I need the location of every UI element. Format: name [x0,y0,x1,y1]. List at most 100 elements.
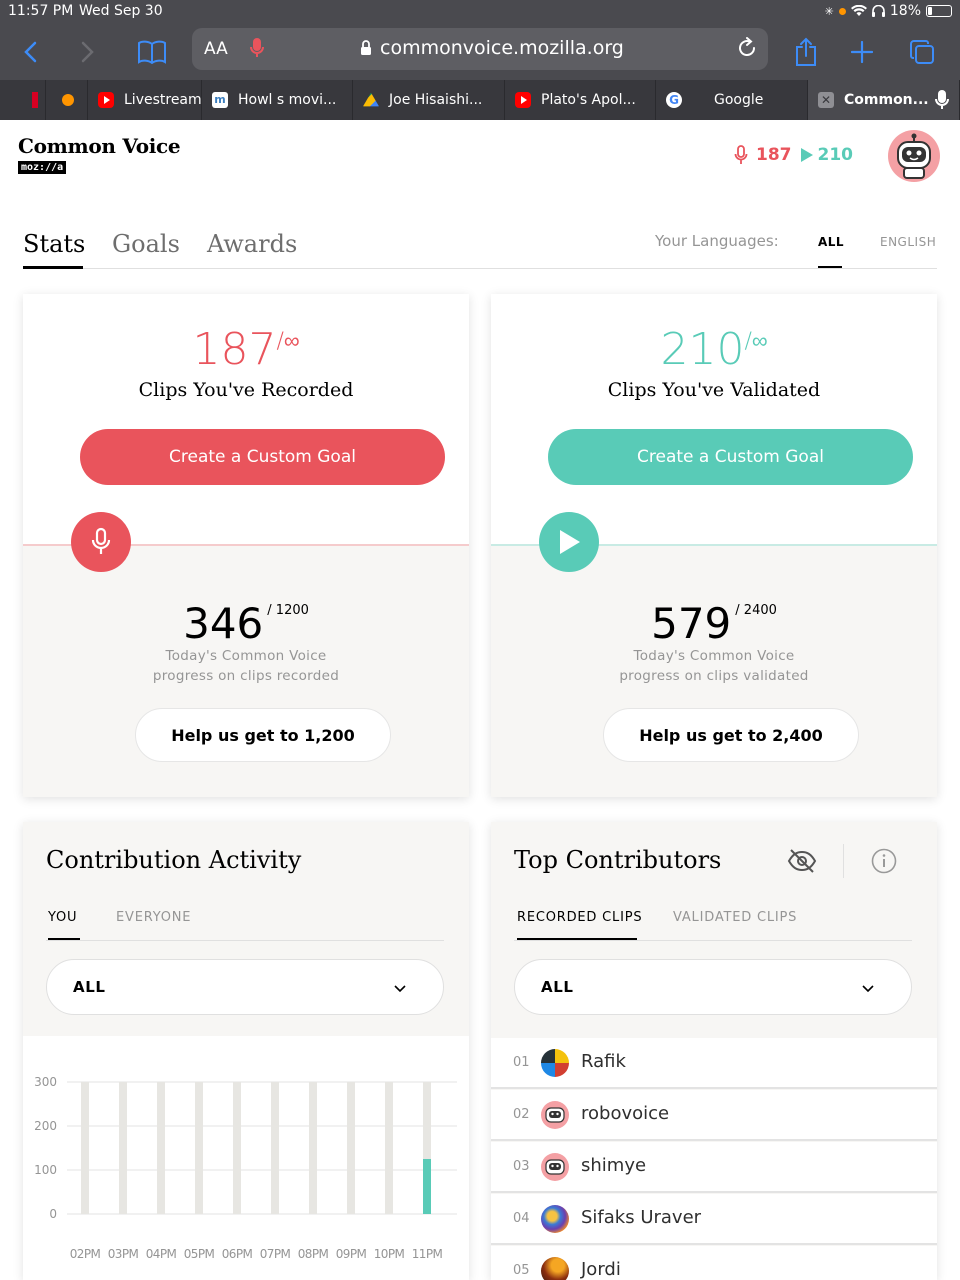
url-text: commonvoice.mozilla.org [380,37,624,59]
reload-icon[interactable] [736,37,758,63]
create-goal-button[interactable]: Create a Custom Goal [548,429,913,485]
contributors-filter-select[interactable]: ALL [514,959,912,1015]
recorded-label: Clips You've Recorded [138,379,354,401]
recording-dot-icon [838,7,846,15]
recorded-progress-desc: Today's Common Voice progress on clips r… [152,648,340,684]
tab-howl[interactable]: m Howl s movi... [202,80,353,120]
reader-aa-button[interactable]: AA [204,39,228,59]
tab-goals[interactable]: Goals [112,230,180,258]
tab-you[interactable]: YOU [48,910,77,925]
active-tab-indicator [23,266,83,269]
mozilla-logo[interactable]: moz://a [18,161,67,174]
tab-common-voice[interactable]: ✕ Common... [808,80,960,120]
loading-icon: ✳ [824,4,834,18]
mic-icon[interactable] [250,37,264,63]
tab-plato[interactable]: Plato's Apol... [505,80,656,120]
x-tick-label: 03PM [108,1247,139,1261]
subtab-indicator [48,938,80,940]
bookmarks-icon[interactable] [134,34,170,70]
avatar [541,1049,569,1077]
tab-joe-hisaishi[interactable]: Joe Hisaishi... [353,80,505,120]
help-record-button[interactable]: Help us get to 1,200 [135,708,391,762]
chart-bar-track [157,1082,165,1214]
tab-label: Google [714,92,764,108]
youtube-icon [515,92,531,108]
validated-count: 210/∞ [660,324,768,375]
list-item[interactable]: 04 Sifaks Uraver [491,1194,937,1245]
robot-avatar-icon [541,1101,569,1129]
status-bar: 11:57 PM Wed Sep 30 ✳ 18% [0,0,960,24]
chevron-down-icon [862,985,874,993]
activity-bar-chart: 300 200 100 0 02PM 03PM 04PM 05PM 06PM 07PM 08PM 09… [34,1075,457,1261]
visibility-off-icon[interactable] [787,848,817,874]
list-item[interactable]: 02 robovoice [491,1090,937,1141]
chart-bar-track [385,1082,393,1214]
site-logo-title[interactable]: Common Voice [18,134,181,158]
tabs-overview-icon[interactable] [904,34,940,70]
record-button[interactable] [71,512,131,572]
chart-bar-track [119,1082,127,1214]
back-icon[interactable] [12,34,48,70]
contributors-title: Top Contributors [514,846,722,874]
list-item[interactable]: 01 Rafik [491,1038,937,1089]
tab-pinned[interactable] [0,80,46,120]
tabs-divider [23,268,937,269]
tab-recording[interactable] [46,80,88,120]
contribution-activity-card: Contribution Activity YOU EVERYONE ALL 3… [23,822,469,1280]
status-time: 11:57 PM [8,3,74,19]
robot-avatar-icon [897,133,931,179]
mic-icon[interactable] [935,89,949,111]
tab-stats[interactable]: Stats [23,230,85,258]
language-active-indicator [818,266,842,268]
x-tick-label: 09PM [336,1247,367,1261]
list-item[interactable]: 03 shimye [491,1142,937,1193]
share-icon[interactable] [788,34,824,70]
y-tick-label: 300 [34,1075,57,1089]
avatar [541,1257,569,1280]
language-all[interactable]: ALL [818,235,844,249]
contributor-name: Jordi [581,1259,621,1280]
x-tick-label: 08PM [298,1247,329,1261]
list-item[interactable]: 05 Jordi [491,1246,937,1280]
activity-filter-select[interactable]: ALL [46,959,444,1015]
play-icon [800,148,813,162]
forward-icon[interactable] [70,34,106,70]
header-stats[interactable]: 187 210 [734,145,853,165]
contributor-rank: 03 [513,1159,530,1174]
tab-everyone[interactable]: EVERYONE [116,910,191,925]
contributor-name: robovoice [581,1103,670,1124]
orange-dot-icon [62,94,74,106]
avatar [541,1205,569,1233]
y-tick-label: 0 [49,1207,57,1221]
browser-tab-bar: Livestream m Howl s movi... Joe Hisaishi… [0,80,960,120]
header-recorded-count: 187 [756,145,792,165]
validated-card: 210/∞ Clips You've Validated Create a Cu… [491,294,937,797]
avatar[interactable] [888,130,940,182]
language-english[interactable]: ENGLISH [880,235,936,249]
contributor-name: shimye [581,1155,647,1176]
tab-validated-clips[interactable]: VALIDATED CLIPS [673,910,797,925]
headphones-icon [871,5,885,17]
address-bar[interactable]: AA commonvoice.mozilla.org [192,28,768,70]
chart-bar-track [271,1082,279,1214]
activity-title: Contribution Activity [46,846,302,874]
google-drive-icon [363,92,379,107]
tab-livestream[interactable]: Livestream [88,80,202,120]
y-tick-label: 200 [34,1119,57,1133]
new-tab-icon[interactable] [844,34,880,70]
close-tab-icon[interactable]: ✕ [818,92,834,108]
subtab-indicator [517,938,637,940]
wifi-icon [850,5,867,16]
tab-label: Livestream [124,92,202,108]
tab-awards[interactable]: Awards [207,230,297,258]
info-icon[interactable] [871,848,897,874]
mic-icon [734,145,748,164]
site-icon: m [212,92,228,108]
chart-bar-track [347,1082,355,1214]
validate-play-button[interactable] [539,512,599,572]
help-validate-button[interactable]: Help us get to 2,400 [603,708,859,762]
create-goal-button[interactable]: Create a Custom Goal [80,429,445,485]
x-tick-label: 02PM [70,1247,101,1261]
tab-google[interactable]: G Google [656,80,808,120]
tab-recorded-clips[interactable]: RECORDED CLIPS [517,910,642,925]
